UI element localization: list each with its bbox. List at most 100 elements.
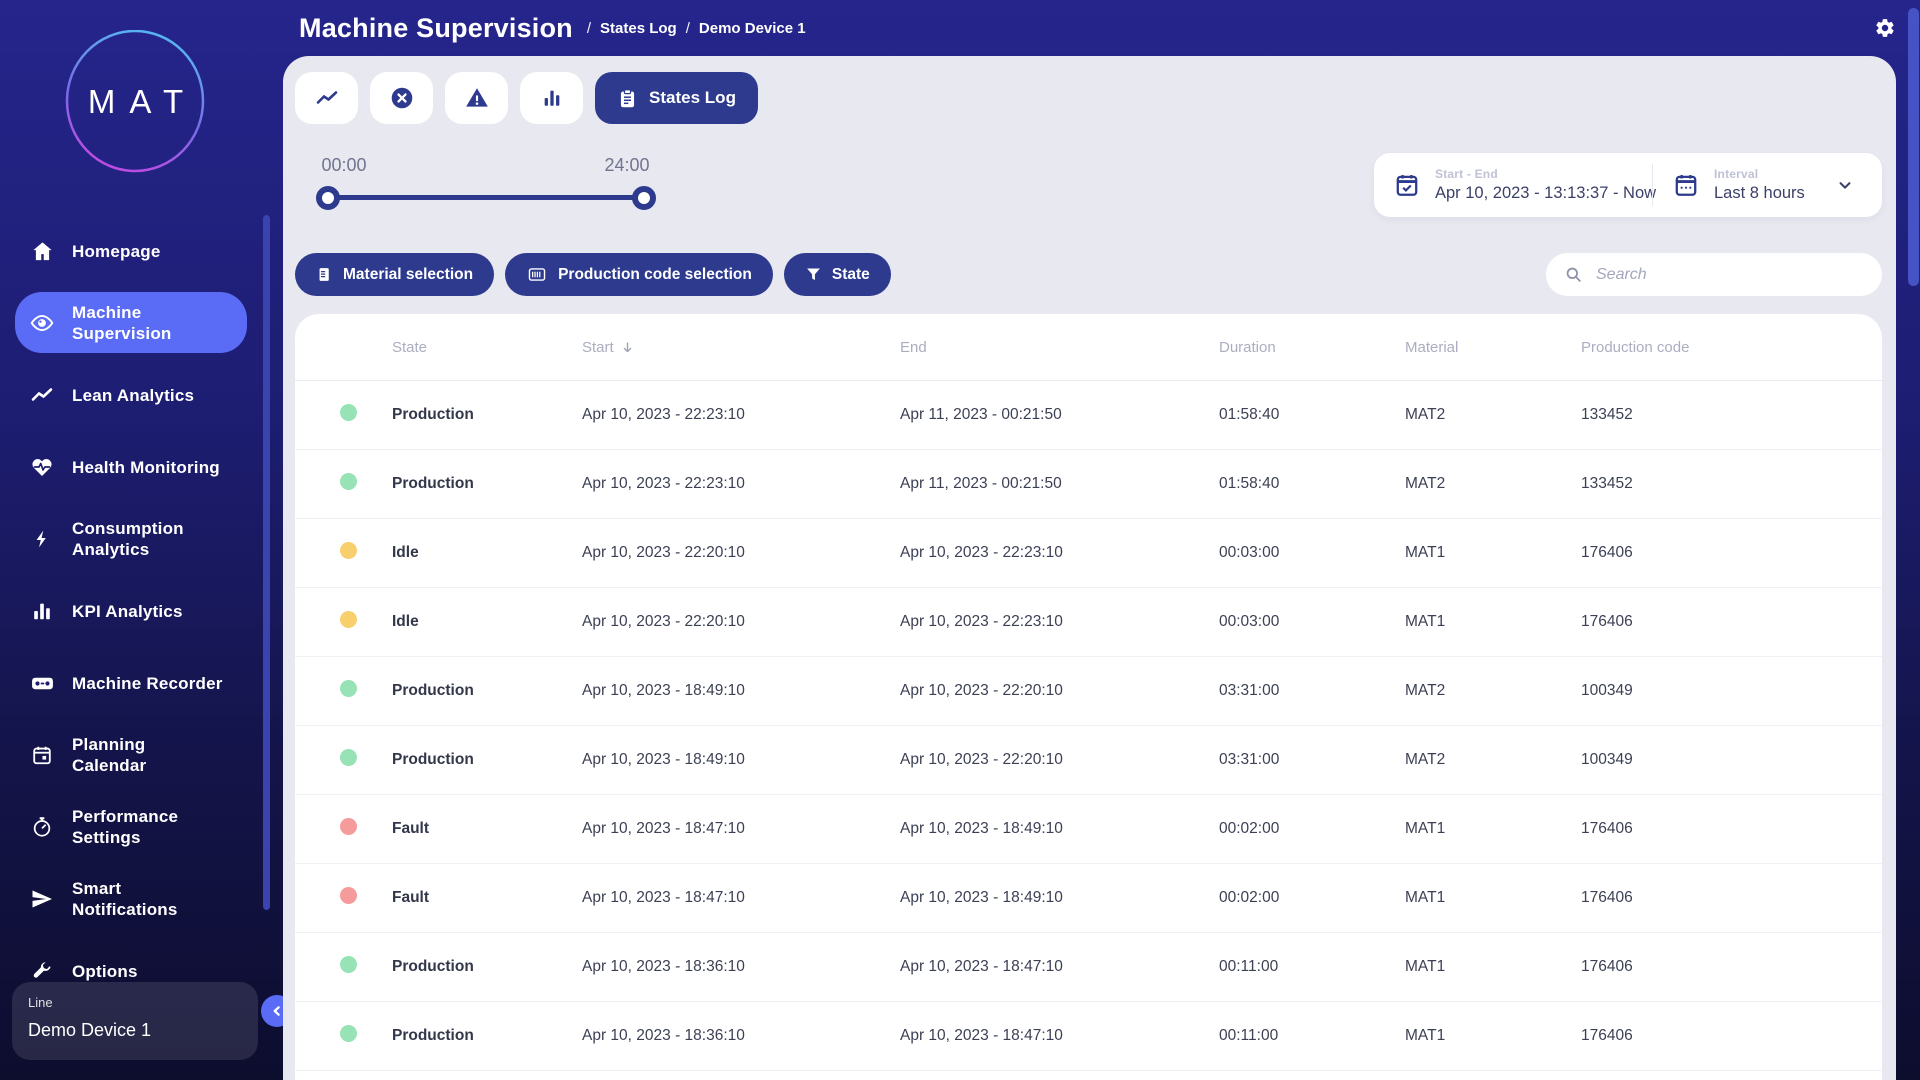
status-dot [340,749,357,766]
state-cell: Idle [392,544,582,562]
interval-picker[interactable]: Interval Last 8 hours [1653,167,1854,203]
duration-cell: 01:58:40 [1219,475,1405,493]
sidebar-item-performance-settings[interactable]: Performance Settings [0,791,283,863]
search-input[interactable] [1594,265,1864,285]
search-icon [1564,265,1583,284]
search-box [1546,253,1882,296]
sidebar-item-label: Lean Analytics [72,385,194,406]
sidebar-item-machine-supervision[interactable]: Machine Supervision [0,287,283,359]
time-range-slider-track[interactable] [328,195,644,200]
table-row[interactable]: Idle Apr 10, 2023 - 22:20:10 Apr 10, 202… [295,519,1882,588]
status-dot-cell [295,887,392,909]
table-row[interactable]: Fault Apr 10, 2023 - 18:47:10 Apr 10, 20… [295,864,1882,933]
start-end-picker[interactable]: Start - End Apr 10, 2023 - 13:13:37 - No… [1374,167,1652,203]
status-dot-cell [295,1025,392,1047]
material-cell: MAT2 [1405,475,1581,493]
page-title: Machine Supervision [299,13,573,44]
sidebar-item-smart-notifications[interactable]: Smart Notifications [0,863,283,935]
sidebar-item-kpi-analytics[interactable]: KPI Analytics [0,575,283,647]
material-cell: MAT2 [1405,751,1581,769]
top-bar: Machine Supervision / States Log / Demo … [283,0,1893,56]
sidebar-scrollbar[interactable] [263,215,270,910]
recorder-icon [29,671,55,696]
production-code-cell: 176406 [1581,613,1882,631]
page-scrollbar[interactable] [1908,8,1919,286]
material-selection-button[interactable]: Material selection [295,253,494,296]
sidebar-item-consumption-analytics[interactable]: Consumption Analytics [0,503,283,575]
breadcrumb-states-log[interactable]: States Log [600,20,677,37]
production-code-cell: 176406 [1581,544,1882,562]
end-cell: Apr 10, 2023 - 18:47:10 [900,1027,1219,1045]
status-dot-cell [295,956,392,978]
state-filter-button[interactable]: State [784,253,891,296]
tab-errors[interactable] [370,72,433,124]
duration-cell: 01:58:40 [1219,406,1405,424]
duration-cell: 00:03:00 [1219,544,1405,562]
table-row[interactable]: Production Apr 10, 2023 - 18:49:10 Apr 1… [295,726,1882,795]
status-dot [340,404,357,421]
paper-plane-icon [29,887,55,911]
table-row[interactable]: Production Apr 10, 2023 - 18:49:10 Apr 1… [295,657,1882,726]
sidebar-item-label: Machine Supervision [72,302,172,344]
column-header-material: Material [1405,339,1581,356]
state-cell: Production [392,958,582,976]
status-dot [340,611,357,628]
sort-descending-icon [620,340,635,355]
bar-chart-icon [541,87,563,109]
sidebar: MAT Homepage Machine Supervision Lean An… [0,0,283,1080]
end-cell: Apr 10, 2023 - 18:49:10 [900,889,1219,907]
table-row[interactable]: Fault Apr 10, 2023 - 18:47:10 Apr 10, 20… [295,795,1882,864]
sidebar-item-planning-calendar[interactable]: Planning Calendar [0,719,283,791]
status-dot [340,887,357,904]
material-cell: MAT1 [1405,613,1581,631]
sidebar-item-label: Performance Settings [72,806,178,848]
status-dot-cell [295,404,392,426]
tab-label: States Log [649,88,736,108]
start-cell: Apr 10, 2023 - 18:47:10 [582,820,900,838]
production-code-cell: 176406 [1581,889,1882,907]
logo-text: MAT [65,30,206,173]
slider-handle-end[interactable] [632,186,656,210]
device-selector-card[interactable]: Line Demo Device 1 [12,982,258,1060]
sidebar-nav: Homepage Machine Supervision Lean Analyt… [0,215,283,1007]
sidebar-item-health-monitoring[interactable]: Health Monitoring [0,431,283,503]
table-row[interactable]: Production Apr 10, 2023 - 22:23:10 Apr 1… [295,381,1882,450]
production-code-cell: 100349 [1581,751,1882,769]
end-cell: Apr 10, 2023 - 22:20:10 [900,682,1219,700]
tab-warnings[interactable] [445,72,508,124]
breadcrumb-separator: / [587,20,591,37]
sidebar-item-label: Options [72,961,138,982]
column-header-start[interactable]: Start [582,339,900,356]
slider-handle-start[interactable] [316,186,340,210]
tab-states-log[interactable]: States Log [595,72,758,124]
sidebar-item-lean-analytics[interactable]: Lean Analytics [0,359,283,431]
table-header-row: State Start End Duration Material Produc… [295,314,1882,381]
tab-trend[interactable] [295,72,358,124]
tab-chart[interactable] [520,72,583,124]
sidebar-item-homepage[interactable]: Homepage [0,215,283,287]
table-row[interactable]: Idle Apr 10, 2023 - 22:20:10 Apr 10, 202… [295,588,1882,657]
settings-gear-button[interactable] [1874,17,1896,39]
device-type-label: Line [28,995,242,1010]
state-cell: Production [392,475,582,493]
start-cell: Apr 10, 2023 - 18:49:10 [582,751,900,769]
material-cell: MAT1 [1405,1027,1581,1045]
duration-cell: 00:11:00 [1219,1027,1405,1045]
sidebar-item-machine-recorder[interactable]: Machine Recorder [0,647,283,719]
datetime-card: Start - End Apr 10, 2023 - 13:13:37 - No… [1374,153,1882,217]
warning-triangle-icon [464,85,490,111]
end-cell: Apr 10, 2023 - 18:47:10 [900,958,1219,976]
trend-line-icon [29,383,55,407]
table-row[interactable]: Production Apr 10, 2023 - 18:36:10 Apr 1… [295,933,1882,1002]
start-cell: Apr 10, 2023 - 22:20:10 [582,544,900,562]
production-code-cell: 133452 [1581,406,1882,424]
end-cell: Apr 11, 2023 - 00:21:50 [900,406,1219,424]
column-header-duration: Duration [1219,339,1405,356]
material-cell: MAT1 [1405,820,1581,838]
barcode-icon [526,265,548,284]
bolt-icon [29,527,55,551]
table-row[interactable]: Production Apr 10, 2023 - 22:23:10 Apr 1… [295,450,1882,519]
table-row[interactable]: Production Apr 10, 2023 - 18:36:10 Apr 1… [295,1002,1882,1071]
breadcrumb-demo-device[interactable]: Demo Device 1 [699,20,806,37]
production-code-selection-button[interactable]: Production code selection [505,253,773,296]
